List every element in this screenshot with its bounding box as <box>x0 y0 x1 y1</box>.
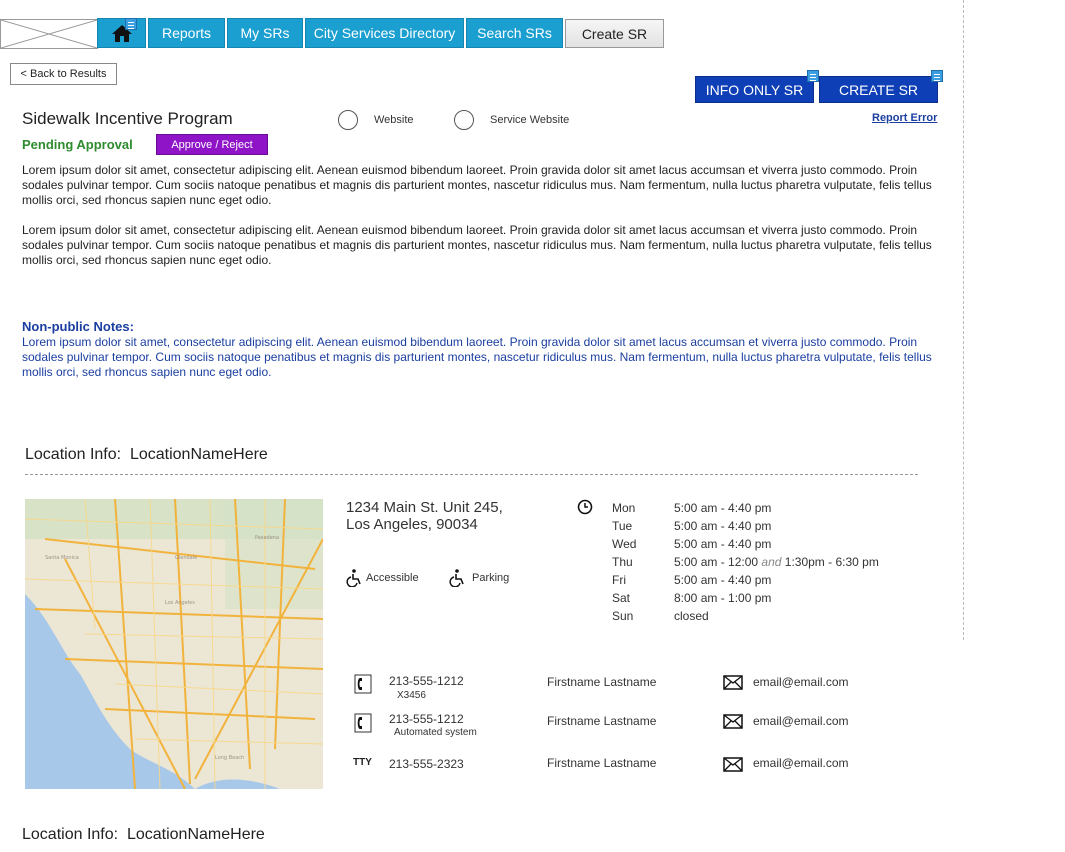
svg-text:Long Beach: Long Beach <box>215 755 244 761</box>
hours-day: Sun <box>612 609 634 623</box>
info-only-sr-label: INFO ONLY SR <box>705 81 804 98</box>
hours-time: 8:00 am - 1:00 pm <box>674 591 772 605</box>
contact-phone[interactable]: 213-555-2323 <box>389 757 464 771</box>
hours-time: 5:00 am - 4:40 pm <box>674 501 772 515</box>
create-sr-button[interactable]: CREATE SR <box>819 76 938 103</box>
phone-icon <box>354 713 372 733</box>
note-icon <box>807 70 819 82</box>
back-to-results-button[interactable]: < Back to Results <box>10 63 117 85</box>
hours-time-part: 5:00 am - 12:00 <box>674 555 759 569</box>
tty-label: TTY <box>353 757 372 768</box>
nav-home-tab[interactable] <box>97 18 146 48</box>
contact-phone-ext: X3456 <box>397 690 426 701</box>
envelope-icon <box>723 675 743 690</box>
website-radio-label: Website <box>374 114 414 126</box>
location-info-heading: Location Info: LocationNameHere <box>22 826 265 843</box>
page-guide-line <box>963 0 964 640</box>
nav-tab-reports[interactable]: Reports <box>148 18 225 48</box>
nav-create-sr-button[interactable]: Create SR <box>565 19 664 48</box>
hours-time: 5:00 am - 4:40 pm <box>674 537 772 551</box>
hours-time: 5:00 am - 4:40 pm <box>674 573 772 587</box>
divider <box>25 474 918 475</box>
note-icon <box>931 70 943 82</box>
svg-text:Santa Monica: Santa Monica <box>45 555 79 561</box>
contact-name: Firstname Lastname <box>547 714 657 728</box>
contact-phone-note: Automated system <box>394 727 477 738</box>
svg-text:Los Angeles: Los Angeles <box>165 600 195 606</box>
location-info-heading: Location Info: LocationNameHere <box>25 446 268 463</box>
hours-time: 5:00 am - 4:40 pm <box>674 519 772 533</box>
address: 1234 Main St. Unit 245, Los Angeles, 900… <box>346 499 503 533</box>
clock-icon <box>577 499 593 515</box>
envelope-icon <box>723 714 743 729</box>
non-public-notes-text: Lorem ipsum dolor sit amet, consectetur … <box>22 335 932 379</box>
hours-day: Mon <box>612 501 636 515</box>
logo-placeholder <box>0 19 98 49</box>
hours-day: Tue <box>612 519 633 533</box>
service-website-radio[interactable] <box>454 110 474 130</box>
location-map[interactable]: Los Angeles Santa Monica Long Beach Glen… <box>25 499 323 789</box>
hours-time-part: 1:30pm - 6:30 pm <box>784 555 879 569</box>
address-line-2: Los Angeles, 90034 <box>346 516 478 533</box>
nav-tab-my-srs[interactable]: My SRs <box>227 18 303 48</box>
contact-email[interactable]: email@email.com <box>753 714 849 728</box>
service-website-radio-label: Service Website <box>490 114 570 126</box>
contact-name: Firstname Lastname <box>547 756 657 770</box>
approve-reject-button[interactable]: Approve / Reject <box>156 134 268 155</box>
website-radio[interactable] <box>338 110 358 130</box>
hours-time: 5:00 am - 12:00 and 1:30pm - 6:30 pm <box>674 555 879 569</box>
hours-day: Thu <box>612 555 633 569</box>
address-line-1: 1234 Main St. Unit 245, <box>346 499 503 516</box>
contact-email[interactable]: email@email.com <box>753 756 849 770</box>
envelope-icon <box>723 757 743 772</box>
wheelchair-icon <box>449 569 464 587</box>
contact-phone[interactable]: 213-555-1212 <box>389 674 464 688</box>
hours-time: closed <box>674 609 709 623</box>
hours-day: Sat <box>612 591 631 605</box>
hours-and: and <box>761 555 782 569</box>
non-public-notes-title: Non-public Notes: <box>22 319 134 334</box>
note-icon <box>125 18 137 30</box>
contact-email[interactable]: email@email.com <box>753 675 849 689</box>
phone-icon <box>354 674 372 694</box>
report-error-link[interactable]: Report Error <box>872 112 937 124</box>
program-description-1: Lorem ipsum dolor sit amet, consectetur … <box>22 163 932 207</box>
wheelchair-icon <box>346 569 361 587</box>
create-sr-label: CREATE SR <box>838 81 919 98</box>
program-title: Sidewalk Incentive Program <box>22 109 233 128</box>
feature-parking-label: Parking <box>472 572 510 584</box>
hours-day: Fri <box>612 573 626 587</box>
svg-text:Pasadena: Pasadena <box>255 535 279 541</box>
nav-tab-city-services-directory[interactable]: City Services Directory <box>305 18 464 48</box>
info-only-sr-button[interactable]: INFO ONLY SR <box>695 76 814 103</box>
nav-tab-search-srs[interactable]: Search SRs <box>466 18 563 48</box>
feature-accessible-label: Accessible <box>366 572 419 584</box>
status-badge: Pending Approval <box>22 137 133 152</box>
contact-name: Firstname Lastname <box>547 675 657 689</box>
hours-day: Wed <box>612 537 637 551</box>
program-description-2: Lorem ipsum dolor sit amet, consectetur … <box>22 223 932 267</box>
svg-text:Glendale: Glendale <box>175 555 197 561</box>
contact-phone[interactable]: 213-555-1212 <box>389 712 464 726</box>
